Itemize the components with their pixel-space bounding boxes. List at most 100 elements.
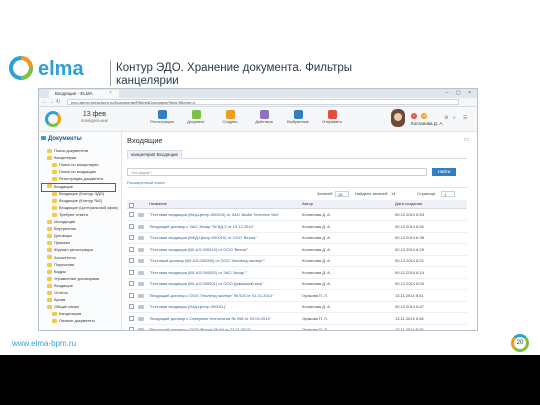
toolbar-button[interactable]: Регистрация [149, 110, 175, 125]
row-checkbox[interactable] [129, 304, 134, 309]
sidebar-item[interactable]: Архив [47, 297, 65, 303]
search-input[interactable]: Что ищем? [127, 168, 427, 176]
column-header-author[interactable]: Автор [302, 200, 313, 208]
sidebar-item[interactable]: Регистрация документа [52, 176, 103, 182]
sidebar-item[interactable]: Внутренние [47, 226, 76, 232]
table-row[interactable]: "Входящий договор с ЗАО 'Аскар' № ВД-3 о… [127, 221, 467, 233]
notification-badge[interactable]: 2 [411, 113, 417, 119]
toolbar-button-label: Регистрация [150, 119, 174, 124]
row-checkbox[interactable] [129, 315, 134, 321]
page-input[interactable]: 1 [441, 191, 455, 197]
task-badge[interactable]: 15 [421, 113, 427, 119]
row-subject[interactable]: "Тестовая входящая (ВХ-АЛ-000002) от ЗАО… [149, 267, 299, 278]
column-header-date[interactable]: Дата создания [395, 200, 422, 208]
found-count: 14 [391, 191, 396, 196]
search-icon[interactable]: ⌕ [453, 115, 456, 121]
avatar[interactable] [391, 109, 405, 127]
envelope-icon [138, 247, 144, 252]
menu-icon[interactable]: ☰ [463, 115, 467, 121]
sidebar-item[interactable]: Входящие [47, 283, 73, 289]
toolbar-button[interactable]: Выбранные [285, 110, 311, 125]
toolbar-button[interactable]: Отправить [319, 110, 345, 125]
row-subject[interactable]: "Тестовая входящая (ВХ-АЛ-000001) от ООО… [149, 278, 299, 289]
settings-icon[interactable]: ⚙ [444, 115, 448, 121]
sidebar-item[interactable]: Исходящие [47, 219, 75, 225]
table-row[interactable]: "Входящий договор с Северные технологии … [127, 313, 467, 325]
sidebar-item[interactable]: Канцелярия [47, 155, 76, 161]
row-subject[interactable]: "Тестовая входящая (Инд-Центр-000011)" [149, 301, 299, 312]
url-input[interactable]: ecm-demo.elma-bpm.ru/Documents/FilteredD… [67, 99, 459, 105]
row-checkbox[interactable] [129, 258, 134, 263]
window-controls-icon[interactable]: – ▢ × [446, 90, 474, 96]
sidebar-item[interactable]: Поиск документов [47, 148, 88, 154]
table-row[interactable]: "Тестовая входящая (ВХ-АЛ-000002) от ЗАО… [127, 267, 467, 279]
sidebar-item[interactable]: Требуют ответа [52, 212, 88, 218]
site-link[interactable]: www.elma-bpm.ru [12, 339, 76, 348]
forward-icon[interactable]: → [49, 98, 54, 106]
find-button[interactable]: Найти [432, 168, 456, 176]
sidebar-item[interactable]: Личные документы [52, 318, 95, 324]
row-author: Колганова Д. А. [302, 304, 331, 309]
sidebar-item[interactable]: Отчеты [47, 290, 68, 296]
row-subject[interactable]: "Входящий договор с ООО 'Весна' № 09 от … [149, 324, 299, 330]
table-row[interactable]: "Тестовый договор (ВХ-АЛ-000003) от ООО … [127, 255, 467, 267]
row-subject[interactable]: "Тестовый договор (ВХ-АЛ-000003) от ООО … [149, 255, 299, 266]
toolbar-button[interactable]: Действия [251, 110, 277, 125]
folder-icon [52, 212, 57, 217]
sidebar-item[interactable]: Ассистенты [47, 255, 76, 261]
sidebar-item[interactable]: Входящие (Контур №2) [52, 198, 102, 204]
column-header-name[interactable]: Название [149, 200, 167, 208]
toolbar-button[interactable]: Создать [217, 110, 243, 125]
row-subject[interactable]: "Тестовая входящая (Инд-Центр-000010) от… [149, 209, 299, 220]
reload-icon[interactable]: ↻ [56, 98, 60, 106]
sidebar-item[interactable]: Журнал регистрации [47, 247, 93, 253]
sidebar-item[interactable]: Входящие (Центральный офис) [52, 205, 118, 211]
row-checkbox[interactable] [129, 281, 134, 286]
advanced-search-link[interactable]: Расширенный поиск [127, 180, 165, 185]
table-row[interactable]: "Входящий договор с ООО 'Весна' № 09 от … [127, 324, 467, 330]
sidebar-item[interactable]: Кадры [47, 269, 66, 275]
table-row[interactable]: "Тестовая входящая (МКД-Центр-000010) от… [127, 232, 467, 244]
user-name[interactable]: Колганова Д. А. [411, 121, 444, 126]
back-icon[interactable]: ← [42, 98, 47, 106]
table-row[interactable]: "Тестовая входящая (ВХ-АЛ-000010) от ООО… [127, 244, 467, 256]
title-divider [110, 60, 111, 86]
row-checkbox[interactable] [129, 212, 134, 217]
sidebar-item[interactable]: Поручения [47, 262, 74, 268]
sidebar-item[interactable]: Поиск по канцелярии [52, 162, 99, 168]
row-checkbox[interactable] [129, 235, 134, 240]
row-checkbox[interactable] [129, 327, 134, 330]
sidebar-item[interactable]: Приказы [47, 240, 70, 246]
sidebar-item[interactable]: Канцелярия [52, 311, 81, 317]
per-page-select[interactable]: 15 [335, 191, 349, 197]
sidebar-item[interactable]: Управление договорами [47, 276, 99, 282]
row-checkbox[interactable] [129, 223, 134, 229]
sidebar-item[interactable]: Общие папки [47, 304, 79, 310]
row-author: Колганова Д. А. [302, 235, 331, 240]
row-subject[interactable]: "Тестовая входящая (ВХ-АЛ-000010) от ООО… [149, 244, 299, 255]
close-icon[interactable]: × [109, 90, 112, 96]
table-row[interactable]: "Входящий договор с ООО 'Униленд эксперт… [127, 290, 467, 302]
row-checkbox[interactable] [129, 292, 134, 298]
sidebar-item-label: Канцелярия [59, 311, 82, 317]
row-subject[interactable]: "Входящий договор с ООО 'Униленд эксперт… [149, 290, 299, 301]
options-icon[interactable]: ▭ [463, 136, 469, 143]
app-logo-icon[interactable] [45, 111, 61, 127]
row-subject[interactable]: "Входящий договор с ЗАО 'Аскар' № ВД-3 о… [149, 221, 299, 232]
sidebar-item[interactable]: Поиск по входящим [52, 169, 96, 175]
envelope-icon [138, 305, 144, 309]
row-subject[interactable]: "Входящий договор с Северные технологии … [149, 313, 299, 324]
row-subject[interactable]: "Тестовая входящая (МКД-Центр-000010) от… [149, 232, 299, 243]
table-row[interactable]: "Тестовая входящая (Инд-Центр-000010) от… [127, 209, 467, 221]
toolbar-icon [191, 110, 201, 119]
sidebar-item[interactable]: Договоры [47, 233, 72, 239]
row-checkbox[interactable] [129, 269, 134, 275]
tab-kanc-incoming[interactable]: канцелярия Входящие [127, 150, 183, 159]
row-checkbox[interactable] [129, 246, 134, 252]
folder-icon [47, 241, 52, 246]
select-all-checkbox[interactable] [129, 203, 134, 208]
table-row[interactable]: "Тестовая входящая (Инд-Центр-000011)" Ко… [127, 301, 467, 313]
folder-icon [47, 276, 52, 281]
toolbar-button[interactable]: Документ [183, 110, 209, 125]
table-row[interactable]: "Тестовая входящая (ВХ-АЛ-000001) от ООО… [127, 278, 467, 290]
